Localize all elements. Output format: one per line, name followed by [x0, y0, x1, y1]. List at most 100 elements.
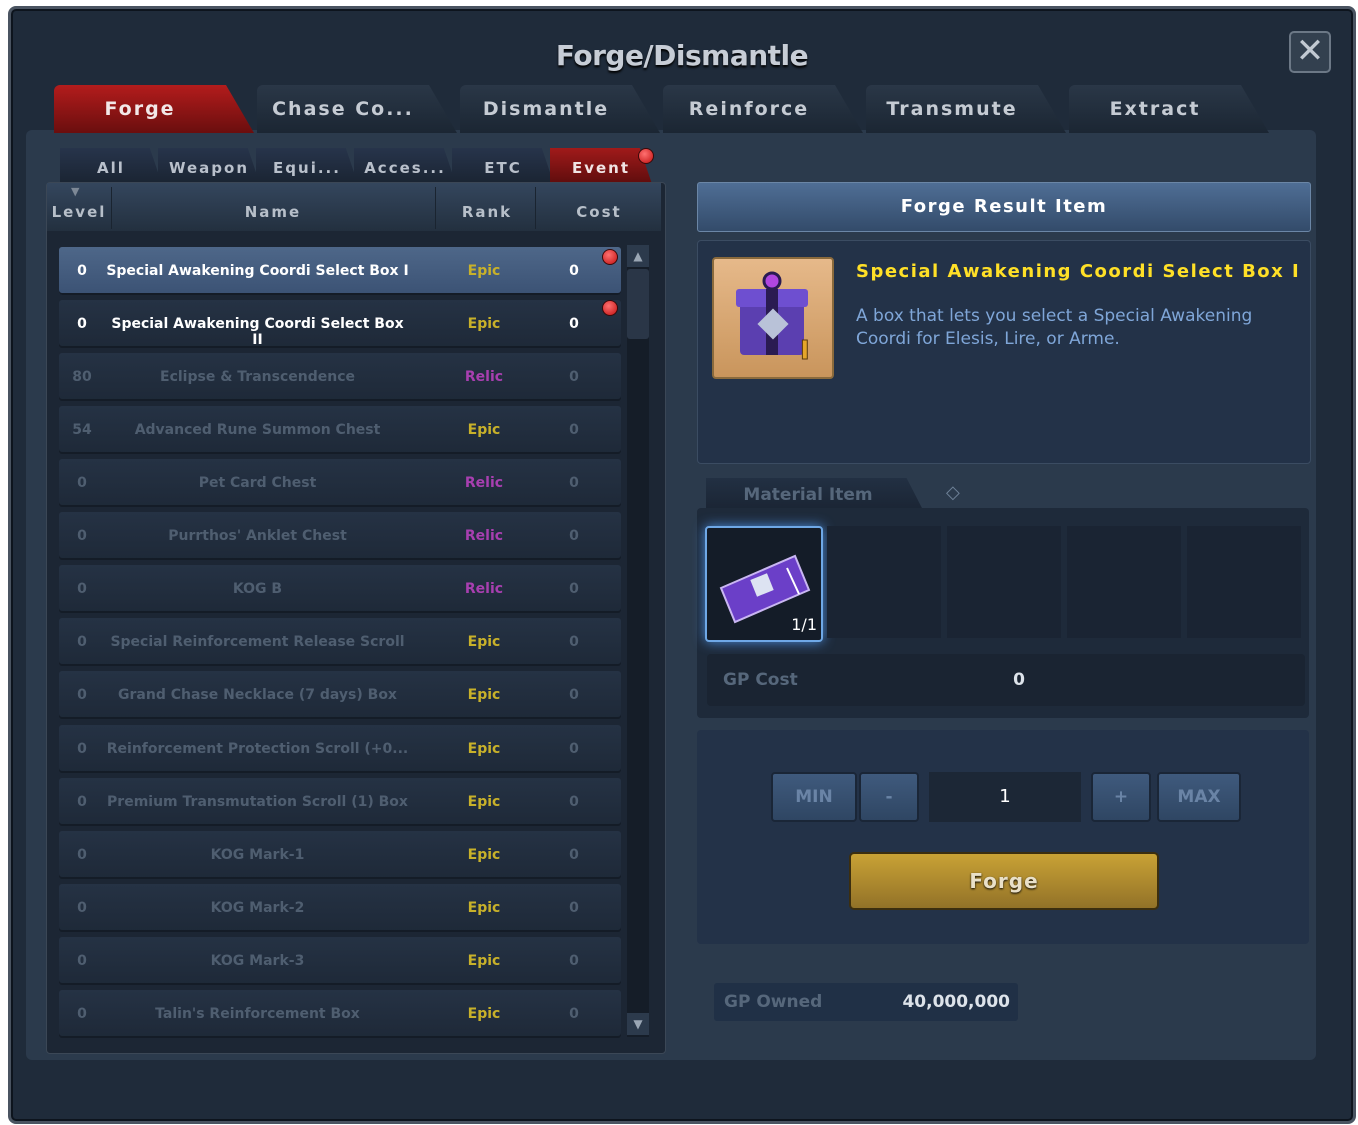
result-item-description: A box that lets you select a Special Awa…	[856, 306, 1253, 349]
item-level: 0	[77, 900, 87, 916]
list-item[interactable]: 0 KOG Mark-2 Epic 0	[59, 884, 621, 932]
col-name[interactable]: Name	[111, 203, 435, 221]
item-level: 0	[77, 1006, 87, 1022]
list-item[interactable]: 80 Eclipse & Transcendence Relic 0	[59, 353, 621, 401]
result-item-name: Special Awakening Coordi Select Box I	[856, 261, 1301, 282]
quantity-input[interactable]: 1	[929, 772, 1081, 822]
item-name: KOG Mark-2	[210, 900, 305, 916]
list-item[interactable]: 0 KOG B Relic 0	[59, 565, 621, 613]
item-level: 0	[77, 316, 87, 332]
item-name: Purrthos' Anklet Chest	[168, 528, 347, 544]
quantity-box: MIN - 1 + MAX Forge	[697, 730, 1309, 944]
scroll-down-icon[interactable]: ▼	[627, 1013, 649, 1035]
gp-cost-label: GP Cost	[723, 670, 798, 690]
subtab-all[interactable]: All	[60, 148, 162, 184]
material-slot-5[interactable]	[1187, 526, 1301, 638]
tab-reinforce[interactable]: Reinforce	[663, 85, 863, 133]
col-cost[interactable]: Cost	[537, 203, 661, 221]
item-name: KOG Mark-3	[210, 953, 305, 969]
new-notification-icon	[602, 249, 618, 265]
subtab-etc[interactable]: ETC	[452, 148, 554, 184]
item-level: 54	[72, 422, 92, 438]
item-cost: 0	[569, 794, 579, 810]
item-name: Talin's Reinforcement Box	[155, 1006, 360, 1022]
material-slot-3[interactable]	[947, 526, 1061, 638]
scroll-up-icon[interactable]: ▲	[627, 245, 649, 267]
max-button[interactable]: MAX	[1157, 772, 1241, 822]
list-item[interactable]: 0 Pet Card Chest Relic 0	[59, 459, 621, 507]
item-name: Special Awakening Coordi Select Box II	[111, 316, 404, 348]
tab-chase-co[interactable]: Chase Co...	[257, 85, 457, 133]
item-level: 0	[77, 528, 87, 544]
item-rank: Epic	[467, 634, 501, 650]
item-level: 0	[77, 794, 87, 810]
subtab-equipment[interactable]: Equi...	[256, 148, 358, 184]
window-title: Forge/Dismantle	[555, 39, 809, 72]
minus-button[interactable]: -	[859, 772, 919, 822]
item-name: Special Reinforcement Release Scroll	[110, 634, 405, 650]
item-rank: Epic	[467, 847, 501, 863]
item-level: 0	[77, 741, 87, 757]
item-cost: 0	[569, 528, 579, 544]
svg-text:I: I	[800, 336, 810, 366]
min-button[interactable]: MIN	[771, 772, 857, 822]
new-notification-icon	[638, 148, 654, 164]
item-name: Reinforcement Protection Scroll (+0...	[106, 741, 409, 757]
gp-owned-label: GP Owned	[724, 992, 823, 1012]
item-cost: 0	[569, 316, 579, 332]
material-item-tab[interactable]: Material Item	[706, 478, 924, 512]
subtab-accessory[interactable]: Acces...	[354, 148, 456, 184]
forge-button[interactable]: Forge	[849, 852, 1159, 910]
subtab-event[interactable]: Event	[550, 148, 652, 184]
list-item[interactable]: 0 Purrthos' Anklet Chest Relic 0	[59, 512, 621, 560]
item-cost: 0	[569, 1006, 579, 1022]
material-slot-2[interactable]	[827, 526, 941, 638]
result-item-box: I Special Awakening Coordi Select Box I …	[697, 240, 1311, 464]
item-cost: 0	[569, 263, 579, 279]
item-name: KOG B	[232, 581, 283, 597]
material-slot-4[interactable]	[1067, 526, 1181, 638]
list-item[interactable]: 0 Grand Chase Necklace (7 days) Box Epic 0	[59, 671, 621, 719]
col-rank[interactable]: Rank	[437, 203, 537, 221]
tab-forge[interactable]: Forge	[54, 85, 254, 133]
list-item[interactable]: 0 Reinforcement Protection Scroll (+0... E…	[59, 725, 621, 773]
slot-count: 1/1	[791, 615, 817, 634]
list-item[interactable]: 0 Special Awakening Coordi Select Box II E…	[59, 300, 621, 348]
item-rank: Epic	[467, 953, 501, 969]
plus-button[interactable]: +	[1091, 772, 1151, 822]
item-level: 80	[72, 369, 92, 385]
item-cost: 0	[569, 687, 579, 703]
item-name: Advanced Rune Summon Chest	[134, 422, 381, 438]
gift-box-icon: I	[712, 257, 834, 379]
item-rank: Epic	[467, 741, 501, 757]
item-rank: Epic	[467, 900, 501, 916]
item-cost: 0	[569, 581, 579, 597]
sort-arrow-icon[interactable]: ▼	[71, 185, 79, 198]
scrollbar-thumb[interactable]	[627, 269, 649, 339]
material-slot-1[interactable]: 1/1	[705, 526, 823, 642]
list-item[interactable]: 0 Special Reinforcement Release Scroll Epi…	[59, 618, 621, 666]
item-name: Grand Chase Necklace (7 days) Box	[118, 687, 397, 703]
col-level[interactable]: Level	[47, 203, 111, 221]
item-cost: 0	[569, 741, 579, 757]
item-cost: 0	[569, 475, 579, 491]
list-item[interactable]: 0 KOG Mark-3 Epic 0	[59, 937, 621, 985]
item-rank: Relic	[464, 528, 504, 544]
scrollbar[interactable]	[627, 245, 649, 1037]
item-level: 0	[77, 581, 87, 597]
list-item[interactable]: 0 Special Awakening Coordi Select Box I Ep…	[59, 247, 621, 295]
list-item[interactable]: 0 Talin's Reinforcement Box Epic 0	[59, 990, 621, 1038]
tab-extract[interactable]: Extract	[1069, 85, 1269, 133]
tab-dismantle[interactable]: Dismantle	[460, 85, 660, 133]
item-name: Premium Transmutation Scroll (1) Box	[107, 794, 408, 810]
item-rank: Epic	[467, 1006, 501, 1022]
close-button[interactable]: ✕	[1289, 31, 1331, 73]
subtab-weapon[interactable]: Weapon	[158, 148, 260, 184]
item-level: 0	[77, 847, 87, 863]
list-item[interactable]: 0 Premium Transmutation Scroll (1) Box Epi…	[59, 778, 621, 826]
item-name: Special Awakening Coordi Select Box I	[106, 263, 409, 279]
swap-icon[interactable]: ◇	[946, 482, 960, 503]
list-item[interactable]: 54 Advanced Rune Summon Chest Epic 0	[59, 406, 621, 454]
list-item[interactable]: 0 KOG Mark-1 Epic 0	[59, 831, 621, 879]
tab-transmute[interactable]: Transmute	[866, 85, 1066, 133]
